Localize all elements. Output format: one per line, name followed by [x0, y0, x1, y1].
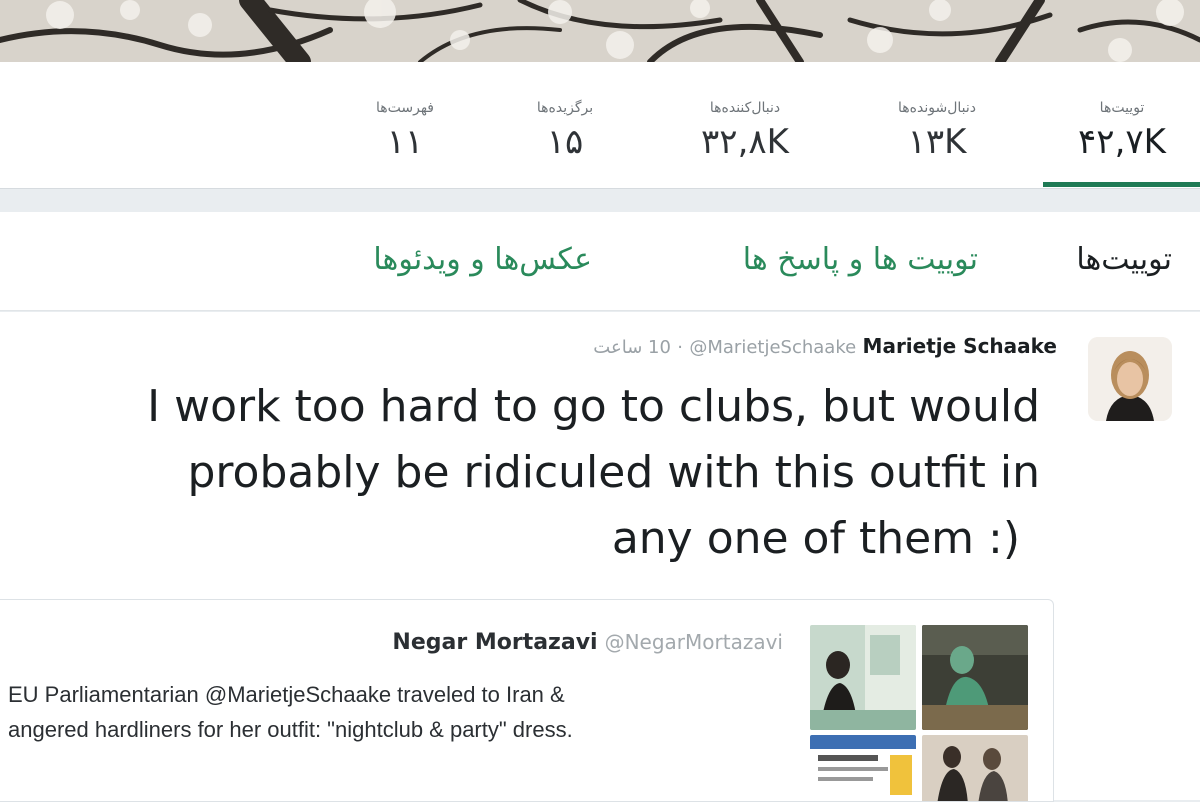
profile-tabs: توییت‌ها توییت ها و پاسخ ها عکس‌ها و وید… [0, 212, 1200, 311]
stat-lists-label: فهرست‌ها [376, 100, 434, 116]
stat-following-label: دنبال‌شونده‌ها [898, 100, 976, 116]
tweet-time[interactable]: 10 ساعت [593, 337, 671, 358]
media-thumbnail[interactable] [922, 625, 1028, 730]
stat-following[interactable]: دنبال‌شونده‌ها ۱۳K [862, 62, 1012, 188]
quoted-handle[interactable]: @NegarMortazavi [605, 630, 783, 654]
profile-stats-bar: توییت‌ها ۴۲,۷K دنبال‌شونده‌ها ۱۳K دنبال‌… [0, 62, 1200, 189]
stat-followers-value: ۳۲,۸K [701, 122, 789, 162]
stat-tweets[interactable]: توییت‌ها ۴۲,۷K [1052, 62, 1192, 188]
tab-tweets[interactable]: توییت‌ها [1076, 242, 1172, 277]
tweet-text-line: probably be ridiculed with this outfit i… [187, 447, 1040, 498]
media-thumbnail[interactable] [922, 735, 1028, 801]
tweet-text-line: I work too hard to go to clubs, but woul… [147, 381, 1040, 432]
media-thumbnail[interactable] [810, 735, 916, 801]
tweet-text-line: any one of them :) [611, 513, 1020, 564]
tweet-display-name[interactable]: Marietje Schaake [863, 334, 1057, 358]
profile-header-image [0, 0, 1200, 62]
quoted-tweet-text: EU Parliamentarian @MarietjeSchaake trav… [8, 677, 808, 747]
stat-followers[interactable]: دنبال‌کننده‌ها ۳۲,۸K [670, 62, 820, 188]
quoted-tweet-header: Negar Mortazavi @NegarMortazavi [392, 630, 783, 655]
stat-tweets-value: ۴۲,۷K [1078, 122, 1166, 162]
stat-likes-label: برگزیده‌ها [536, 100, 594, 116]
tab-photos-and-videos[interactable]: عکس‌ها و ویدئوها [373, 242, 592, 277]
stat-tweets-label: توییت‌ها [1099, 100, 1145, 116]
media-thumbnail[interactable] [810, 625, 916, 730]
tweet-card[interactable]: 10 ساعت · @MarietjeSchaake Marietje Scha… [0, 312, 1200, 802]
quoted-text-line: EU Parliamentarian @MarietjeSchaake trav… [8, 682, 565, 707]
quoted-display-name[interactable]: Negar Mortazavi [392, 630, 597, 655]
tweet-header: 10 ساعت · @MarietjeSchaake Marietje Scha… [593, 334, 1057, 358]
stat-lists[interactable]: فهرست‌ها ۱۱ [340, 62, 470, 188]
quoted-media-grid[interactable] [810, 625, 1030, 801]
stat-likes-value: ۱۵ [546, 122, 584, 162]
stat-followers-label: دنبال‌کننده‌ها [709, 100, 781, 116]
stat-following-value: ۱۳K [907, 122, 967, 162]
stat-likes[interactable]: برگزیده‌ها ۱۵ [500, 62, 630, 188]
tab-tweets-and-replies[interactable]: توییت ها و پاسخ ها [743, 242, 978, 277]
active-stat-underline [1043, 182, 1200, 187]
quoted-tweet[interactable]: Negar Mortazavi @NegarMortazavi EU Parli… [0, 599, 1054, 802]
quoted-text-line: angered hardliners for her outfit: "nigh… [8, 717, 573, 742]
avatar[interactable] [1088, 337, 1172, 421]
separator-dot: · [677, 337, 683, 358]
tweet-text: I work too hard to go to clubs, but woul… [0, 374, 1040, 572]
stat-lists-value: ۱۱ [386, 122, 424, 162]
tweet-handle[interactable]: @MarietjeSchaake [689, 337, 856, 358]
